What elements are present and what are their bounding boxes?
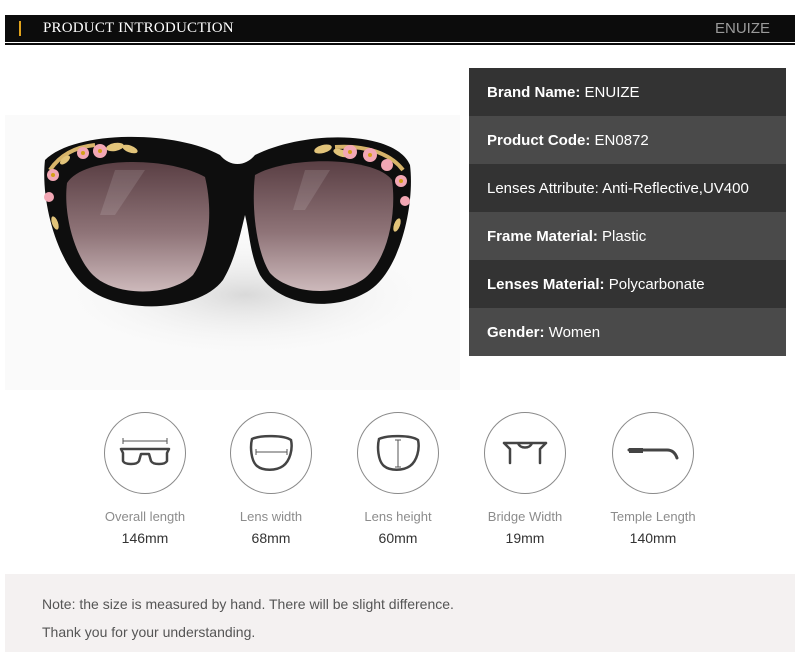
spec-key: Product Code:: [487, 131, 591, 149]
spec-row-frame-material: Frame Material: Plastic: [469, 212, 786, 260]
note-line-2: Thank you for your understanding.: [42, 624, 256, 640]
spec-row-brand: Brand Name: ENUIZE: [469, 68, 786, 116]
header-accent-mark: [19, 21, 21, 36]
measure-label: Bridge Width: [487, 509, 563, 524]
measure-value: 146mm: [121, 530, 169, 546]
temple-length-icon: [612, 412, 694, 494]
measure-value: 140mm: [629, 530, 677, 546]
measure-label: Lens width: [239, 509, 303, 524]
header-brand: ENUIZE: [714, 20, 770, 37]
note-line-1: Note: the size is measured by hand. Ther…: [42, 596, 454, 612]
measure-value: 68mm: [251, 530, 291, 546]
spec-key: Gender:: [487, 323, 545, 341]
measure-lens-height: Lens height 60mm: [353, 412, 443, 546]
product-image: [5, 75, 460, 390]
spec-row-gender: Gender: Women: [469, 308, 786, 356]
measure-temple-length: Temple Length 140mm: [608, 412, 698, 546]
spec-table: Brand Name: ENUIZE Product Code: EN0872 …: [469, 68, 786, 368]
measure-overall-length: Overall length 146mm: [100, 412, 190, 546]
lens-width-icon: [230, 412, 312, 494]
header-bar: PRODUCT INTRODUCTION ENUIZE: [5, 15, 795, 42]
measure-value: 19mm: [505, 530, 545, 546]
spec-value: ENUIZE: [584, 83, 640, 101]
header-divider: [5, 43, 795, 45]
spec-key: Brand Name:: [487, 83, 581, 101]
spec-key: Lenses Material:: [487, 275, 605, 293]
spec-key: Frame Material:: [487, 227, 598, 245]
measure-lens-width: Lens width 68mm: [226, 412, 316, 546]
overall-length-icon: [104, 412, 186, 494]
spec-row-lenses-material: Lenses Material: Polycarbonate: [469, 260, 786, 308]
spec-row-lenses-attribute: Lenses Attribute: Anti-Reflective,UV400: [469, 164, 786, 212]
spec-value: EN0872: [594, 131, 649, 149]
measure-value: 60mm: [378, 530, 418, 546]
header-title: PRODUCT INTRODUCTION: [43, 20, 234, 36]
measure-bridge-width: Bridge Width 19mm: [480, 412, 570, 546]
lens-height-icon: [357, 412, 439, 494]
note-box: Note: the size is measured by hand. Ther…: [5, 574, 795, 652]
spec-value: Lenses Attribute: Anti-Reflective,UV400: [487, 179, 749, 197]
measure-label: Lens height: [364, 509, 432, 524]
spec-row-product-code: Product Code: EN0872: [469, 116, 786, 164]
measure-label: Overall length: [104, 509, 186, 524]
spec-value: Plastic: [602, 227, 647, 245]
bridge-width-icon: [484, 412, 566, 494]
spec-value: Women: [548, 323, 601, 341]
spec-value: Polycarbonate: [608, 275, 705, 293]
measure-label: Temple Length: [610, 509, 696, 524]
